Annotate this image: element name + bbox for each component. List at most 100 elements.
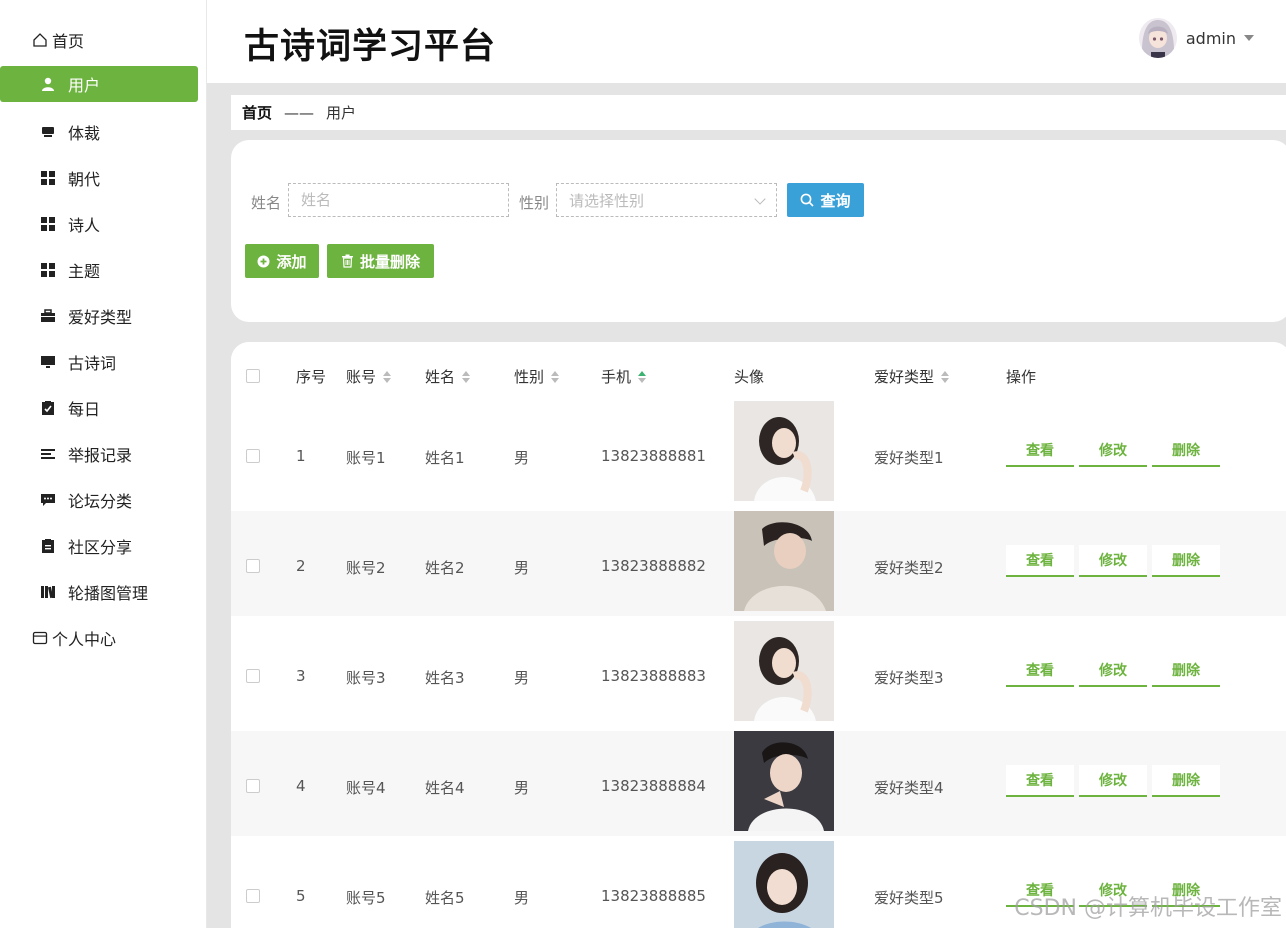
delete-button[interactable]: 删除	[1152, 545, 1220, 577]
cell-hobby: 爱好类型1	[874, 449, 944, 467]
watermark: CSDN @计算机毕设工作室	[1014, 896, 1282, 921]
avatar	[1138, 18, 1177, 58]
sidebar-item-home[interactable]: 首页	[0, 22, 198, 58]
gender-label: 性别	[519, 194, 550, 212]
sidebar-item-poet[interactable]: 诗人	[0, 206, 198, 242]
sidebar-item-label: 诗人	[68, 216, 101, 235]
sort-icon	[941, 370, 950, 383]
gender-select[interactable]: 请选择性别	[556, 183, 777, 217]
name-search-input[interactable]	[288, 183, 509, 217]
breadcrumb: 首页 —— 用户	[231, 95, 1286, 130]
view-button[interactable]: 查看	[1006, 655, 1074, 687]
user-avatar-photo[interactable]	[734, 621, 834, 721]
sidebar-item-daily[interactable]: 每日	[0, 390, 198, 426]
delete-button[interactable]: 删除	[1152, 655, 1220, 687]
cell-hobby: 爱好类型3	[874, 669, 944, 687]
caret-down-icon	[1244, 35, 1254, 41]
edit-button[interactable]: 修改	[1079, 765, 1147, 797]
column-header-name[interactable]: 姓名	[425, 366, 471, 387]
table-row: 2 账号2 姓名2 男 13823888882 爱好类型2 查看 修改 删除	[231, 511, 1286, 616]
view-button[interactable]: 查看	[1006, 765, 1074, 797]
sidebar-item-users[interactable]: 用户	[0, 66, 198, 102]
grid-icon	[40, 216, 56, 232]
cell-hobby: 爱好类型2	[874, 559, 944, 577]
user-menu[interactable]: admin	[1138, 18, 1254, 58]
user-avatar-photo[interactable]	[734, 731, 834, 831]
edit-button[interactable]: 修改	[1079, 655, 1147, 687]
sort-icon	[638, 370, 647, 383]
delete-button[interactable]: 删除	[1152, 765, 1220, 797]
sidebar-item-hobby-type[interactable]: 爱好类型	[0, 298, 198, 334]
plus-circle-icon	[257, 255, 270, 268]
sidebar-item-banner[interactable]: 轮播图管理	[0, 574, 198, 610]
cell-gender: 男	[514, 559, 530, 577]
cell-account: 账号2	[346, 559, 386, 577]
cell-phone: 13823888883	[601, 667, 706, 685]
user-avatar-photo[interactable]	[734, 511, 834, 611]
profile-card-icon	[32, 630, 48, 646]
query-button[interactable]: 查询	[787, 183, 864, 217]
monitor-icon	[40, 354, 56, 370]
sidebar-item-genre[interactable]: 体裁	[0, 114, 198, 150]
username: admin	[1185, 28, 1236, 48]
clipboard-check-icon	[40, 400, 56, 416]
sidebar-item-label: 每日	[68, 400, 101, 419]
batch-delete-button[interactable]: 批量删除	[327, 244, 434, 278]
grid-icon	[40, 170, 56, 186]
cell-name: 姓名1	[425, 449, 465, 467]
sidebar-item-dynasty[interactable]: 朝代	[0, 160, 198, 196]
sidebar-item-poems[interactable]: 古诗词	[0, 344, 198, 380]
cell-index: 2	[296, 557, 306, 575]
search-panel: 姓名 性别 请选择性别 查询 添加 批量删除	[231, 140, 1286, 322]
select-all-checkbox[interactable]	[246, 369, 260, 383]
sidebar-item-label: 古诗词	[68, 354, 117, 373]
cell-phone: 13823888882	[601, 557, 706, 575]
app-title: 古诗词学习平台	[244, 27, 497, 67]
column-header-account[interactable]: 账号	[346, 366, 392, 387]
cell-account: 账号4	[346, 779, 386, 797]
view-button[interactable]: 查看	[1006, 435, 1074, 467]
cell-phone: 13823888885	[601, 887, 706, 905]
row-checkbox[interactable]	[246, 449, 260, 463]
sidebar-item-theme[interactable]: 主题	[0, 252, 198, 288]
sidebar-item-forum-category[interactable]: 论坛分类	[0, 482, 198, 518]
sidebar: 首页 用户 体裁 朝代 诗人 主题 爱好类型 古诗词 每日 举报记录 论坛分类 …	[0, 0, 207, 928]
sidebar-item-reports[interactable]: 举报记录	[0, 436, 198, 472]
row-checkbox[interactable]	[246, 889, 260, 903]
list-icon	[40, 446, 56, 462]
books-icon	[40, 584, 56, 600]
user-avatar-photo[interactable]	[734, 841, 834, 928]
column-header-gender[interactable]: 性别	[514, 366, 560, 387]
cell-account: 账号1	[346, 449, 386, 467]
edit-button[interactable]: 修改	[1079, 545, 1147, 577]
sidebar-item-community[interactable]: 社区分享	[0, 528, 198, 564]
name-label: 姓名	[251, 194, 282, 212]
tray-icon	[40, 124, 56, 140]
chat-icon	[40, 492, 56, 508]
breadcrumb-separator: ——	[284, 103, 315, 122]
table-row: 1 账号1 姓名1 男 13823888881 爱好类型1 查看 修改 删除	[231, 401, 1286, 506]
add-button[interactable]: 添加	[245, 244, 319, 278]
sidebar-item-label: 主题	[68, 262, 101, 281]
sidebar-item-profile[interactable]: 个人中心	[0, 620, 198, 656]
sort-icon	[551, 370, 560, 383]
cell-name: 姓名5	[425, 889, 465, 907]
cell-account: 账号3	[346, 669, 386, 687]
column-header-phone[interactable]: 手机	[601, 366, 647, 387]
cell-name: 姓名2	[425, 559, 465, 577]
row-checkbox[interactable]	[246, 559, 260, 573]
cell-hobby: 爱好类型5	[874, 889, 944, 907]
view-button[interactable]: 查看	[1006, 545, 1074, 577]
row-checkbox[interactable]	[246, 779, 260, 793]
batch-delete-button-label: 批量删除	[359, 252, 420, 271]
edit-button[interactable]: 修改	[1079, 435, 1147, 467]
sidebar-item-label: 个人中心	[52, 630, 117, 649]
delete-button[interactable]: 删除	[1152, 435, 1220, 467]
query-button-label: 查询	[820, 191, 851, 210]
row-checkbox[interactable]	[246, 669, 260, 683]
user-avatar-photo[interactable]	[734, 401, 834, 501]
sidebar-item-label: 爱好类型	[68, 308, 133, 327]
column-header-hobby[interactable]: 爱好类型	[874, 366, 950, 387]
sidebar-item-label: 体裁	[68, 124, 101, 143]
breadcrumb-home[interactable]: 首页	[242, 102, 272, 123]
